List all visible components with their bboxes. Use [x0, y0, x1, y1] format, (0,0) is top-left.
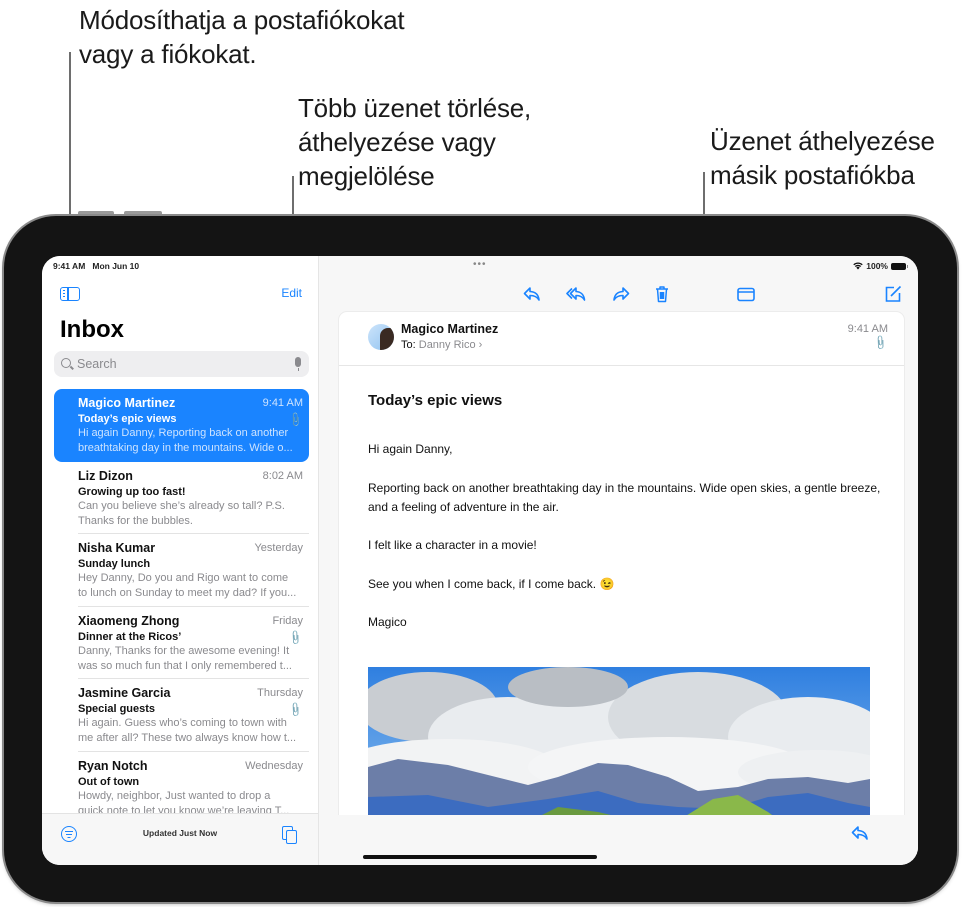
callout-accounts: Módosíthatja a postafiókokat vagy a fiók… [79, 3, 405, 71]
wifi-icon [853, 262, 863, 270]
callout-move: Üzenet áthelyezése másik postafiókba [710, 124, 935, 192]
message-subject: Dinner at the Ricos’ [78, 630, 182, 643]
message-time: Thursday [257, 687, 303, 699]
callout-edit: Több üzenet törlése, áthelyezése vagy me… [298, 91, 531, 193]
mailboxes-stack-icon[interactable] [282, 826, 298, 844]
callout-line: megjelölése [298, 161, 435, 191]
message-subject: Special guests [78, 703, 156, 715]
sender-name[interactable]: Magico Martinez [401, 322, 498, 336]
callout-line: vagy a fiókokat. [79, 39, 257, 69]
message-time: 8:02 AM [262, 469, 303, 482]
trash-icon[interactable] [652, 284, 672, 304]
sidebar-footer: Updated Just Now [42, 813, 318, 865]
body-paragraph: Hi again Danny, [368, 442, 453, 456]
preview-line: Can you believe she’s already so tall? P… [78, 499, 285, 512]
message-sender: Xiaomeng Zhong [78, 613, 180, 628]
callout-line: Módosíthatja a postafiókokat [79, 5, 405, 35]
search-icon [61, 358, 71, 368]
preview-line: was so much fun that I only remembered t… [78, 659, 292, 672]
multitasking-dots[interactable]: ••• [473, 259, 487, 270]
preview-line: Howdy, neighbor, Just wanted to drop a [78, 789, 271, 802]
message-subject: Today’s epic views [78, 413, 177, 425]
message-footer [319, 815, 918, 865]
status-clock: 9:41 AM [53, 261, 86, 271]
preview-line: me after all? These two always know how … [78, 732, 297, 744]
forward-icon[interactable] [611, 284, 631, 304]
reply-icon[interactable] [522, 284, 542, 304]
callout-line: Több üzenet törlése, [298, 93, 532, 123]
callout-line: másik postafiókba [710, 160, 915, 190]
callout-line: áthelyezése vagy [298, 127, 496, 157]
recipient-name: Danny Rico [418, 339, 476, 351]
preview-line: Hi again. Guess who’s coming to town wit… [78, 717, 287, 729]
message-row[interactable]: Xiaomeng Zhong Friday Dinner at the Rico… [54, 607, 309, 680]
reply-all-icon[interactable] [566, 284, 586, 304]
message-pane: ••• 100% Magico Martinez To: Danny Rico … [319, 256, 918, 865]
photo-image [368, 667, 870, 815]
message-preview: Can you believe she’s already so tall? P… [78, 499, 303, 529]
message-preview: Danny, Thanks for the awesome evening! I… [78, 644, 303, 674]
message-time: 9:41 AM [847, 323, 888, 335]
message-subject: Today’s epic views [368, 392, 503, 409]
message-time: 9:41 AM [262, 397, 303, 409]
message-time: Yesterday [254, 542, 303, 554]
sender-avatar[interactable] [368, 324, 394, 350]
message-preview: Hi again. Guess who’s coming to town wit… [78, 716, 303, 746]
message-preview: Hi again Danny, Reporting back on anothe… [78, 426, 303, 456]
message-subject: Out of town [78, 775, 140, 788]
preview-line: Thanks for the bubbles. [78, 514, 193, 527]
message-row[interactable]: Liz Dizon 8:02 AM Growing up too fast! C… [54, 462, 309, 535]
search-placeholder: Search [77, 357, 117, 371]
preview-line: Danny, Thanks for the awesome evening! I… [78, 644, 290, 657]
preview-line: to lunch on Sunday to meet my dad? If yo… [78, 587, 297, 599]
preview-line: breathtaking day in the mountains. Wide … [78, 442, 293, 454]
mailbox-sidebar: 9:41 AM Mon Jun 10 Edit Inbox Search Mag… [42, 256, 319, 865]
mountain-photo-attachment[interactable] [368, 667, 870, 815]
message-row[interactable]: Magico Martinez 9:41 AM Today’s epic vie… [54, 389, 309, 462]
status-date: Mon Jun 10 [92, 261, 140, 271]
update-status: Updated Just Now [142, 828, 218, 838]
message-time: Friday [272, 614, 303, 627]
message-row[interactable]: Nisha Kumar Yesterday Sunday lunch Hey D… [54, 534, 309, 607]
attachment-icon: 📎 [871, 335, 889, 352]
message-preview: Hey Danny, Do you and Rigo want to come … [78, 571, 303, 601]
message-subject: Growing up too fast! [78, 485, 186, 498]
status-indicators: 100% [853, 261, 908, 271]
chevron-right-icon: › [478, 339, 483, 351]
mailbox-title: Inbox [60, 316, 124, 343]
ipad-screen: 9:41 AM Mon Jun 10 Edit Inbox Search Mag… [42, 256, 918, 865]
body-paragraph: I felt like a character in a movie! [368, 538, 537, 552]
message-header: Magico Martinez To: Danny Rico › 9:41 AM… [339, 312, 904, 366]
message-body: Hi again Danny, Reporting back on anothe… [368, 440, 883, 652]
body-paragraph: Reporting back on another breathtaking d… [368, 480, 881, 514]
message-view: Magico Martinez To: Danny Rico › 9:41 AM… [339, 312, 904, 815]
folder-icon[interactable] [736, 284, 756, 304]
message-time: Wednesday [245, 759, 303, 772]
edit-button[interactable]: Edit [281, 286, 302, 300]
to-label: To: [401, 339, 416, 351]
battery-icon [891, 262, 908, 270]
sidebar-toggle-icon[interactable] [60, 287, 80, 301]
battery-percent: 100% [866, 261, 888, 271]
recipient-line[interactable]: To: Danny Rico › [401, 339, 482, 351]
message-row[interactable]: Jasmine Garcia Thursday Special guests 📎… [54, 679, 309, 752]
compose-icon[interactable] [883, 284, 903, 304]
body-paragraph: Magico [368, 615, 407, 629]
preview-line: Hey Danny, Do you and Rigo want to come [78, 572, 289, 584]
microphone-icon[interactable] [295, 357, 301, 371]
message-subject: Sunday lunch [78, 558, 151, 570]
callout-line: Üzenet áthelyezése [710, 126, 935, 156]
message-list: Magico Martinez 9:41 AM Today’s epic vie… [54, 389, 309, 824]
home-indicator[interactable] [363, 855, 597, 859]
body-paragraph: See you when I come back, if I come back… [368, 576, 615, 591]
search-field[interactable]: Search [54, 351, 309, 377]
reply-icon[interactable] [850, 823, 870, 843]
preview-line: Hi again Danny, Reporting back on anothe… [78, 427, 289, 439]
status-time: 9:41 AM Mon Jun 10 [53, 261, 139, 271]
